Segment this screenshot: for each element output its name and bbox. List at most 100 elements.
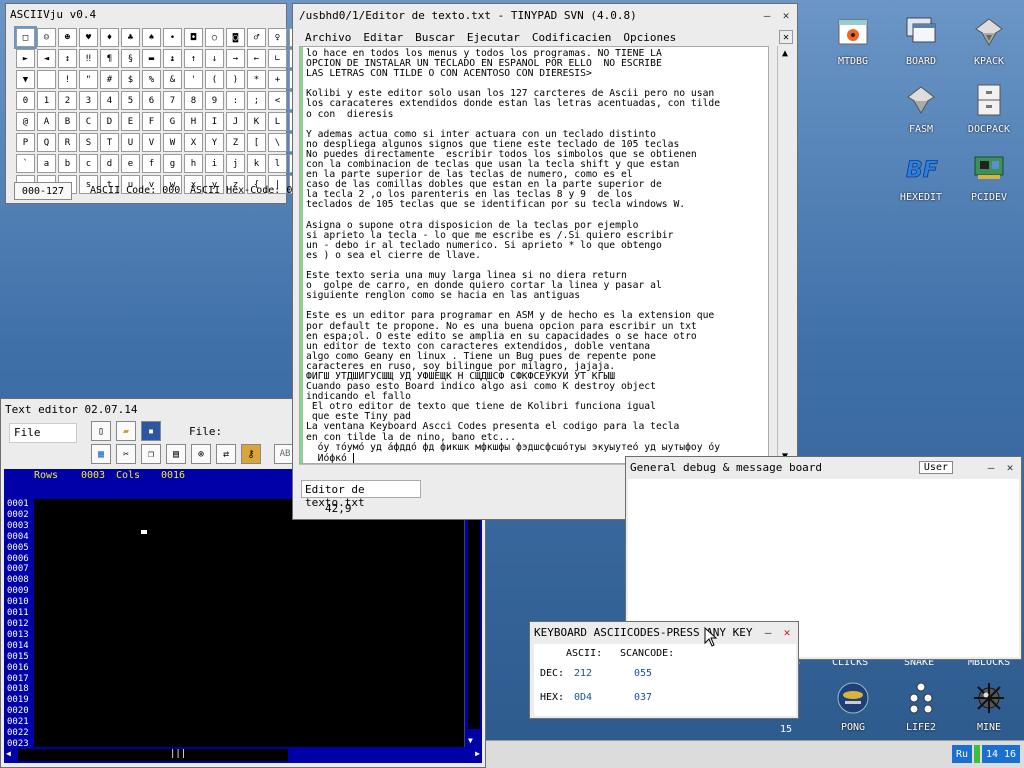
- ascii-cell[interactable]: ♥: [79, 28, 98, 47]
- desktop-icon-kpack[interactable]: KPACK: [956, 14, 1022, 76]
- ascii-cell[interactable]: ↑: [184, 49, 203, 68]
- ascii-cell[interactable]: S: [79, 133, 98, 152]
- minimize-icon[interactable]: —: [983, 459, 999, 475]
- ascii-cell[interactable]: I: [205, 112, 224, 131]
- ascii-cell[interactable]: b: [58, 154, 77, 173]
- replace-icon[interactable]: ⇄: [216, 444, 236, 464]
- open-folder-icon[interactable]: ▰: [116, 421, 136, 441]
- ascii-cell[interactable]: B: [58, 112, 77, 131]
- ascii-cell[interactable]: 9: [205, 91, 224, 110]
- ascii-cell[interactable]: k: [247, 154, 266, 173]
- ascii-cell[interactable]: +: [268, 70, 287, 89]
- ascii-cell[interactable]: *: [247, 70, 266, 89]
- ascii-cell[interactable]: &: [163, 70, 182, 89]
- minimize-icon[interactable]: —: [760, 624, 776, 640]
- key-icon[interactable]: ⚷: [241, 444, 261, 464]
- ascii-cell[interactable]: ♦: [100, 28, 119, 47]
- menu-buscar[interactable]: Buscar: [409, 31, 461, 44]
- menu-opciones[interactable]: Opciones: [617, 31, 682, 44]
- ascii-cell[interactable]: ☺: [37, 28, 56, 47]
- ascii-cell[interactable]: ': [184, 70, 203, 89]
- ascii-cell[interactable]: A: [37, 112, 56, 131]
- menu-editar[interactable]: Editar: [357, 31, 409, 44]
- desktop-icon-hexedit[interactable]: BF HEXEDIT: [888, 150, 954, 212]
- ascii-cell[interactable]: §: [121, 49, 140, 68]
- ascii-cell[interactable]: ♣: [121, 28, 140, 47]
- ascii-cell[interactable]: [37, 70, 56, 89]
- desktop-icon-pcidev[interactable]: PCIDEV: [956, 150, 1022, 212]
- ascii-cell[interactable]: ↨: [163, 49, 182, 68]
- ascii-cell[interactable]: ∟: [268, 49, 287, 68]
- ascii-cell[interactable]: ◙: [226, 28, 245, 47]
- keyboard-codes-titlebar[interactable]: KEYBOARD ASCIICODES-PRESS ANY KEY — ✕: [530, 622, 798, 642]
- ascii-cell[interactable]: •: [163, 28, 182, 47]
- ascii-cell[interactable]: h: [184, 154, 203, 173]
- menu-ejecutar[interactable]: Ejecutar: [461, 31, 526, 44]
- ascii-cell[interactable]: 6: [142, 91, 161, 110]
- editor-horizontal-scrollbar[interactable]: ◀ ||| ▶: [4, 747, 482, 763]
- editor-canvas[interactable]: [34, 499, 464, 747]
- ascii-cell[interactable]: a: [37, 154, 56, 173]
- ascii-cell[interactable]: e: [121, 154, 140, 173]
- ascii-cell[interactable]: #: [100, 70, 119, 89]
- ascii-cell[interactable]: J: [226, 112, 245, 131]
- ascii-cell[interactable]: d: [100, 154, 119, 173]
- ascii-cell[interactable]: X: [184, 133, 203, 152]
- ascii-cell[interactable]: 1: [37, 91, 56, 110]
- ascii-cell[interactable]: →: [226, 49, 245, 68]
- ascii-range-button[interactable]: 000-127: [14, 182, 72, 200]
- ascii-cell[interactable]: E: [121, 112, 140, 131]
- desktop-icon-fasm[interactable]: FASM: [888, 82, 954, 144]
- ascii-cell[interactable]: K: [247, 112, 266, 131]
- tinypad-vertical-scrollbar[interactable]: ▲ ▼: [777, 46, 795, 464]
- minimize-icon[interactable]: —: [759, 7, 775, 23]
- ascii-cell[interactable]: :: [226, 91, 245, 110]
- ascii-cell[interactable]: ◘: [184, 28, 203, 47]
- ascii-cell[interactable]: P: [16, 133, 35, 152]
- scroll-right-icon[interactable]: ▶: [475, 749, 480, 758]
- tinypad-titlebar[interactable]: /usbhd0/1/Editor de texto.txt - TINYPAD …: [293, 4, 797, 26]
- scroll-down-icon[interactable]: ▼: [468, 736, 473, 745]
- scroll-left-icon[interactable]: ◀: [6, 749, 11, 758]
- ascii-cell[interactable]: ;: [247, 91, 266, 110]
- ascii-cell[interactable]: \: [268, 133, 287, 152]
- ascii-cell[interactable]: ♠: [142, 28, 161, 47]
- scroll-up-icon[interactable]: ▲: [782, 48, 788, 59]
- ascii-cell[interactable]: ↓: [205, 49, 224, 68]
- ascii-cell[interactable]: g: [163, 154, 182, 173]
- ascii-cell[interactable]: ↕: [58, 49, 77, 68]
- ascii-cell[interactable]: ♂: [247, 28, 266, 47]
- ascii-cell[interactable]: f: [142, 154, 161, 173]
- ascii-cell[interactable]: D: [100, 112, 119, 131]
- ascii-cell[interactable]: l: [268, 154, 287, 173]
- paste-icon[interactable]: ▤: [166, 444, 186, 464]
- desktop-icon-life2[interactable]: LIFE2: [888, 680, 954, 742]
- close-icon[interactable]: ✕: [1002, 459, 1018, 475]
- ascii-cell[interactable]: G: [163, 112, 182, 131]
- desktop-icon-mtdbg[interactable]: MTDBG: [820, 14, 886, 76]
- ascii-cell[interactable]: ☻: [58, 28, 77, 47]
- ascii-cell[interactable]: j: [226, 154, 245, 173]
- find-icon[interactable]: ⊚: [191, 444, 211, 464]
- ascii-cell[interactable]: T: [100, 133, 119, 152]
- user-button[interactable]: User: [918, 460, 953, 474]
- ascii-cell[interactable]: V: [142, 133, 161, 152]
- editor-vertical-scrollbar[interactable]: ▼: [464, 499, 482, 747]
- hscroll-thumb[interactable]: [18, 749, 288, 761]
- ascii-cell[interactable]: 2: [58, 91, 77, 110]
- ascii-cell[interactable]: [: [247, 133, 266, 152]
- close-icon[interactable]: ✕: [779, 624, 795, 640]
- save-icon[interactable]: ▪: [141, 421, 161, 441]
- desktop-icon-board[interactable]: BOARD: [888, 14, 954, 76]
- ascii-cell[interactable]: ◄: [37, 49, 56, 68]
- ascii-cell[interactable]: ►: [16, 49, 35, 68]
- ascii-cell[interactable]: $: [121, 70, 140, 89]
- ascii-cell[interactable]: !: [58, 70, 77, 89]
- desktop-icon-docpack[interactable]: DOCPACK: [956, 82, 1022, 144]
- ascii-cell[interactable]: ▼: [16, 70, 35, 89]
- ascii-cell[interactable]: 3: [79, 91, 98, 110]
- close-icon[interactable]: ✕: [778, 7, 794, 23]
- ascii-cell[interactable]: 0: [16, 91, 35, 110]
- tinypad-tab[interactable]: Editor de texto.txt: [301, 480, 421, 509]
- ascii-cell[interactable]: 8: [184, 91, 203, 110]
